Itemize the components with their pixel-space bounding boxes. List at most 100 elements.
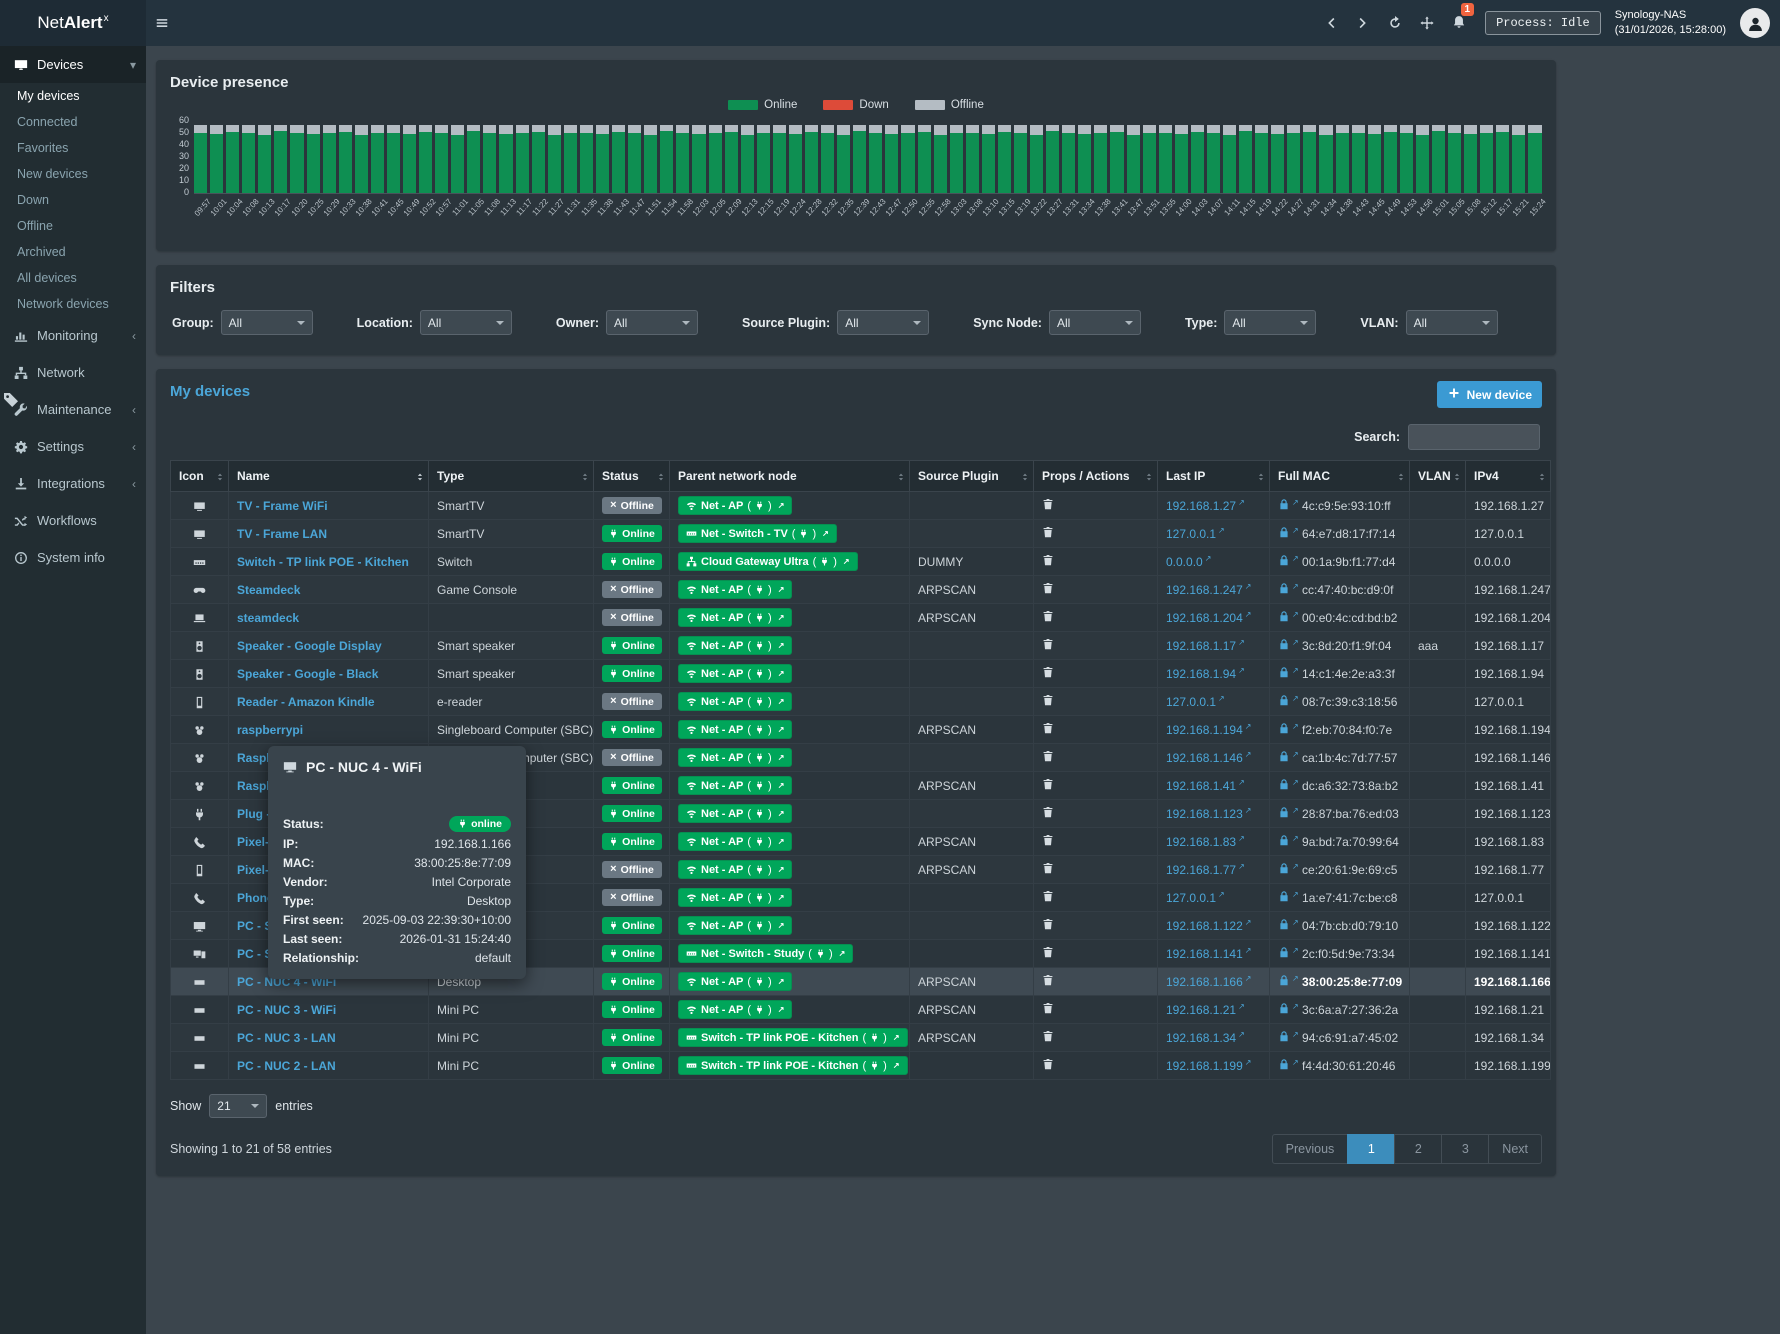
last-ip-link[interactable]: 192.168.1.199	[1166, 1059, 1243, 1073]
lock-icon[interactable]	[1278, 834, 1290, 846]
lock-icon[interactable]	[1278, 498, 1290, 510]
lock-icon[interactable]	[1278, 554, 1290, 566]
sidebar-subitem-new-devices[interactable]: New devices	[0, 161, 146, 187]
parent-node-button[interactable]: Net - AP()↗	[678, 636, 792, 655]
pagination-next[interactable]: Next	[1488, 1134, 1542, 1164]
parent-node-button[interactable]: Net - AP()↗	[678, 776, 792, 795]
device-row[interactable]: steamdeck×OfflineNet - AP()↗ARPSCAN192.1…	[171, 604, 1551, 632]
trash-icon[interactable]	[1042, 638, 1054, 650]
parent-node-button[interactable]: Net - AP()↗	[678, 692, 792, 711]
trash-icon[interactable]	[1042, 1058, 1054, 1070]
move-icon[interactable]	[1411, 0, 1443, 46]
sidebar-subitem-all-devices[interactable]: All devices	[0, 265, 146, 291]
refresh-icon[interactable]	[1379, 0, 1411, 46]
trash-icon[interactable]	[1042, 918, 1054, 930]
sidebar-subitem-network-devices[interactable]: Network devices	[0, 291, 146, 317]
sidebar-item-network[interactable]: Network	[0, 354, 146, 391]
device-row[interactable]: Switch - TP link POE - KitchenSwitchOnli…	[171, 548, 1551, 576]
last-ip-link[interactable]: 192.168.1.83	[1166, 835, 1236, 849]
sidebar-item-integrations[interactable]: Integrations‹	[0, 465, 146, 502]
sidebar-item-monitoring[interactable]: Monitoring‹	[0, 317, 146, 354]
column-header-vlan[interactable]: VLAN	[1410, 461, 1466, 492]
last-ip-link[interactable]: 192.168.1.194	[1166, 723, 1243, 737]
trash-icon[interactable]	[1042, 554, 1054, 566]
filter-select-vlan[interactable]: All	[1406, 310, 1498, 335]
pagination-page-2[interactable]: 2	[1394, 1134, 1442, 1164]
lock-icon[interactable]	[1278, 778, 1290, 790]
sidebar-item-maintenance[interactable]: Maintenance‹	[0, 391, 146, 428]
lock-icon[interactable]	[1278, 1058, 1290, 1070]
device-name-link[interactable]: Switch - TP link POE - Kitchen	[237, 555, 409, 569]
column-header-ipv4[interactable]: IPv4	[1466, 461, 1551, 492]
last-ip-link[interactable]: 192.168.1.77	[1166, 863, 1236, 877]
lock-icon[interactable]	[1278, 890, 1290, 902]
trash-icon[interactable]	[1042, 666, 1054, 678]
column-header-last-ip[interactable]: Last IP	[1158, 461, 1270, 492]
notifications-bell-icon[interactable]: 1	[1443, 0, 1475, 46]
device-row[interactable]: SteamdeckGame Console×OfflineNet - AP()↗…	[171, 576, 1551, 604]
user-avatar[interactable]	[1740, 8, 1770, 38]
column-header-source-plugin[interactable]: Source Plugin	[910, 461, 1034, 492]
device-name-link[interactable]: TV - Frame LAN	[237, 527, 327, 541]
menu-icon[interactable]	[146, 0, 178, 46]
device-row[interactable]: TV - Frame LANSmartTVOnlineNet - Switch …	[171, 520, 1551, 548]
lock-icon[interactable]	[1278, 918, 1290, 930]
device-name-link[interactable]: Steamdeck	[237, 583, 300, 597]
lock-icon[interactable]	[1278, 862, 1290, 874]
trash-icon[interactable]	[1042, 806, 1054, 818]
device-name-link[interactable]: steamdeck	[237, 611, 299, 625]
device-row[interactable]: PC - NUC 3 - WiFiMini PCOnlineNet - AP()…	[171, 996, 1551, 1024]
filter-select-owner[interactable]: All	[606, 310, 698, 335]
trash-icon[interactable]	[1042, 1030, 1054, 1042]
sidebar-subitem-archived[interactable]: Archived	[0, 239, 146, 265]
parent-node-button[interactable]: Net - Switch - Study()↗	[678, 944, 853, 963]
trash-icon[interactable]	[1042, 582, 1054, 594]
new-device-button[interactable]: New device	[1437, 381, 1542, 408]
lock-icon[interactable]	[1278, 666, 1290, 678]
last-ip-link[interactable]: 192.168.1.21	[1166, 1003, 1236, 1017]
sidebar-subitem-my-devices[interactable]: My devices	[0, 83, 146, 109]
last-ip-link[interactable]: 192.168.1.27	[1166, 499, 1236, 513]
last-ip-link[interactable]: 192.168.1.204	[1166, 611, 1243, 625]
device-name-link[interactable]: Speaker - Google - Black	[237, 667, 378, 681]
sidebar-item-devices[interactable]: Devices▾	[0, 46, 146, 83]
parent-node-button[interactable]: Net - AP()↗	[678, 832, 792, 851]
sidebar-item-settings[interactable]: Settings‹	[0, 428, 146, 465]
device-name-link[interactable]: Speaker - Google Display	[237, 639, 382, 653]
lock-icon[interactable]	[1278, 750, 1290, 762]
parent-node-button[interactable]: Net - Switch - TV()↗	[678, 524, 837, 543]
device-name-link[interactable]: raspberrypi	[237, 723, 303, 737]
parent-node-button[interactable]: Net - AP()↗	[678, 664, 792, 683]
parent-node-button[interactable]: Net - AP()↗	[678, 972, 792, 991]
trash-icon[interactable]	[1042, 750, 1054, 762]
trash-icon[interactable]	[1042, 974, 1054, 986]
pagination-page-3[interactable]: 3	[1441, 1134, 1489, 1164]
lock-icon[interactable]	[1278, 582, 1290, 594]
parent-node-button[interactable]: Net - AP()↗	[678, 720, 792, 739]
trash-icon[interactable]	[1042, 694, 1054, 706]
device-name-link[interactable]: Reader - Amazon Kindle	[237, 695, 375, 709]
column-header-parent-network-node[interactable]: Parent network node	[670, 461, 910, 492]
column-header-name[interactable]: Name	[229, 461, 429, 492]
last-ip-link[interactable]: 192.168.1.122	[1166, 919, 1243, 933]
lock-icon[interactable]	[1278, 526, 1290, 538]
nav-back-icon[interactable]	[1315, 0, 1347, 46]
lock-icon[interactable]	[1278, 722, 1290, 734]
lock-icon[interactable]	[1278, 806, 1290, 818]
filter-select-type[interactable]: All	[1224, 310, 1316, 335]
last-ip-link[interactable]: 192.168.1.34	[1166, 1031, 1236, 1045]
lock-icon[interactable]	[1278, 1002, 1290, 1014]
trash-icon[interactable]	[1042, 890, 1054, 902]
lock-icon[interactable]	[1278, 1030, 1290, 1042]
last-ip-link[interactable]: 127.0.0.1	[1166, 527, 1216, 541]
lock-icon[interactable]	[1278, 638, 1290, 650]
parent-node-button[interactable]: Net - AP()↗	[678, 496, 792, 515]
last-ip-link[interactable]: 127.0.0.1	[1166, 891, 1216, 905]
device-name-link[interactable]: PC - NUC 2 - LAN	[237, 1059, 336, 1073]
last-ip-link[interactable]: 127.0.0.1	[1166, 695, 1216, 709]
pagination-page-1[interactable]: 1	[1347, 1134, 1395, 1164]
device-row[interactable]: PC - NUC 3 - LANMini PCOnlineSwitch - TP…	[171, 1024, 1551, 1052]
last-ip-link[interactable]: 192.168.1.146	[1166, 751, 1243, 765]
parent-node-button[interactable]: Switch - TP link POE - Kitchen()↗	[678, 1028, 908, 1047]
lock-icon[interactable]	[1278, 694, 1290, 706]
